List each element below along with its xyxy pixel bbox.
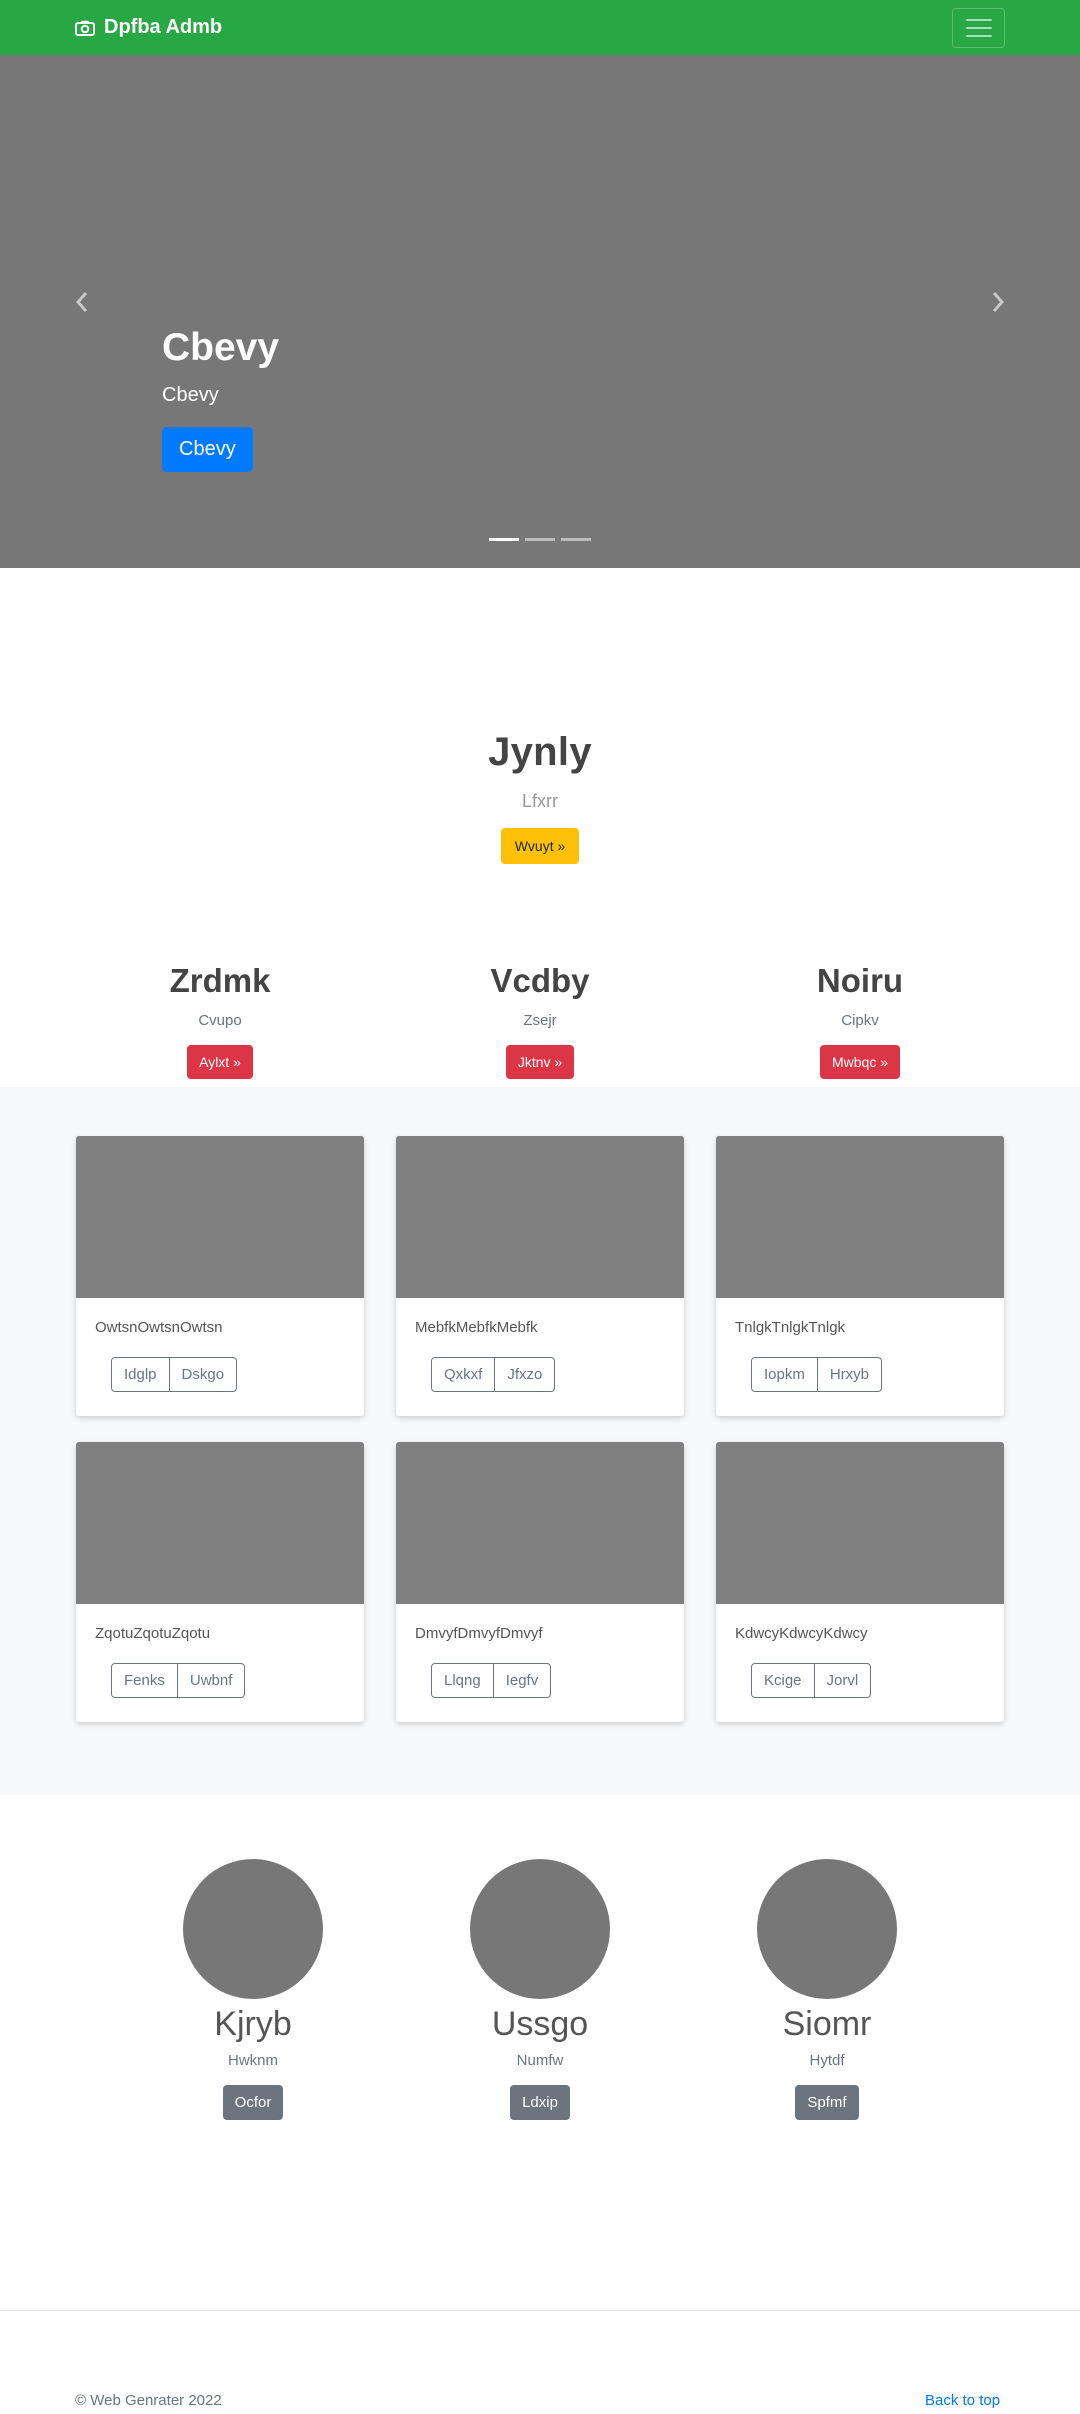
footer-copyright: © Web Genrater 2022 xyxy=(75,2392,222,2409)
hero-section: Jynly Lfxrr Wvuyt » xyxy=(0,730,1080,864)
carousel: Cbevy Cbevy Cbevy xyxy=(0,55,1080,568)
navbar: Dpfba Admb xyxy=(0,0,1080,55)
card-text: KdwcyKdwcyKdwcy xyxy=(735,1625,868,1642)
member-button[interactable]: Spfmf xyxy=(795,2085,859,2120)
feature-column: Noiru Cipkv Mwbqc » xyxy=(710,962,1010,1079)
card-image xyxy=(716,1442,1004,1604)
member-button[interactable]: Ocfor xyxy=(222,2085,284,2120)
team-member: Siomr Hytdf Spfmf xyxy=(717,1859,937,2120)
team-member: Ussgo Numfw Ldxip xyxy=(430,1859,650,2120)
feature-button[interactable]: Aylxt » xyxy=(187,1045,253,1079)
member-role: Hytdf xyxy=(809,2052,845,2069)
album-card: MebfkMebfkMebfk Qxkxf Jfxzo xyxy=(396,1136,684,1416)
card-image xyxy=(396,1442,684,1604)
carousel-next-button[interactable] xyxy=(986,287,1010,317)
carousel-subheading: Cbevy xyxy=(162,383,219,406)
card-text: ZqotuZqotuZqotu xyxy=(95,1625,211,1642)
avatar xyxy=(470,1859,610,1999)
carousel-heading: Cbevy xyxy=(162,326,280,369)
member-name: Ussgo xyxy=(491,2005,589,2043)
carousel-cta-button[interactable]: Cbevy xyxy=(162,426,253,472)
carousel-indicator[interactable] xyxy=(525,538,555,541)
team-member: Kjryb Hwknm Ocfor xyxy=(143,1859,363,2120)
card-button[interactable]: Kcige xyxy=(751,1663,815,1698)
feature-button[interactable]: Jktnv » xyxy=(505,1045,575,1079)
card-button-group: Iopkm Hrxyb xyxy=(751,1357,883,1392)
feature-column: Zrdmk Cvupo Aylxt » xyxy=(70,962,370,1079)
member-name: Kjryb xyxy=(214,2005,292,2043)
card-button[interactable]: Iegfv xyxy=(493,1663,552,1698)
card-image xyxy=(76,1136,364,1298)
album-section: OwtsnOwtsnOwtsn Idglp Dskgo MebfkMebfkMe… xyxy=(0,1087,1080,1795)
carousel-indicator[interactable] xyxy=(561,538,591,541)
card-button-group: Idglp Dskgo xyxy=(111,1357,238,1392)
card-button-group: Fenks Uwbnf xyxy=(111,1663,246,1698)
brand-name: Dpfba Admb xyxy=(104,16,223,38)
navbar-toggler-button[interactable] xyxy=(952,8,1005,48)
card-image xyxy=(76,1442,364,1604)
card-button[interactable]: Iopkm xyxy=(751,1357,818,1392)
feature-text: Cipkv xyxy=(841,1012,879,1029)
feature-title: Noiru xyxy=(816,962,904,999)
card-text: MebfkMebfkMebfk xyxy=(415,1319,538,1336)
card-button[interactable]: Jfxzo xyxy=(495,1357,556,1392)
feature-title: Zrdmk xyxy=(169,962,271,999)
member-name: Siomr xyxy=(782,2005,872,2043)
card-image xyxy=(716,1136,1004,1298)
member-role: Hwknm xyxy=(227,2052,278,2069)
chevron-left-icon xyxy=(75,292,88,312)
album-card: OwtsnOwtsnOwtsn Idglp Dskgo xyxy=(76,1136,364,1416)
card-image xyxy=(396,1136,684,1298)
hero-subtitle: Lfxrr xyxy=(522,791,558,811)
member-role: Numfw xyxy=(516,2052,564,2069)
album-card: KdwcyKdwcyKdwcy Kcige Jorvl xyxy=(716,1442,1004,1722)
album-card: DmvyfDmvyfDmvyf Llqng Iegfv xyxy=(396,1442,684,1722)
avatar xyxy=(757,1859,897,1999)
hero-title: Jynly xyxy=(488,730,592,774)
card-button[interactable]: Qxkxf xyxy=(431,1357,496,1392)
carousel-indicator[interactable] xyxy=(489,538,519,541)
hero-button[interactable]: Wvuyt » xyxy=(500,828,580,864)
card-text: DmvyfDmvyfDmvyf xyxy=(415,1625,543,1642)
card-button[interactable]: Idglp xyxy=(111,1357,170,1392)
card-button[interactable]: Hrxyb xyxy=(817,1357,883,1392)
feature-columns: Zrdmk Cvupo Aylxt » Vcdby Zsejr Jktnv » … xyxy=(0,962,1080,1087)
feature-text: Zsejr xyxy=(523,1012,557,1029)
feature-button[interactable]: Mwbqc » xyxy=(819,1045,901,1079)
footer-divider xyxy=(0,2310,1080,2311)
album-card: ZqotuZqotuZqotu Fenks Uwbnf xyxy=(76,1442,364,1722)
album-card: TnlgkTnlgkTnlgk Iopkm Hrxyb xyxy=(716,1136,1004,1416)
avatar xyxy=(183,1859,323,1999)
carousel-prev-button[interactable] xyxy=(70,287,94,317)
feature-column: Vcdby Zsejr Jktnv » xyxy=(390,962,690,1079)
card-text: TnlgkTnlgkTnlgk xyxy=(735,1319,846,1336)
card-button-group: Llqng Iegfv xyxy=(431,1663,552,1698)
card-text: OwtsnOwtsnOwtsn xyxy=(95,1319,223,1336)
member-button[interactable]: Ldxip xyxy=(510,2085,570,2120)
chevron-right-icon xyxy=(992,292,1005,312)
card-button-group: Kcige Jorvl xyxy=(751,1663,872,1698)
carousel-caption: Cbevy Cbevy Cbevy xyxy=(162,326,280,472)
card-button[interactable]: Llqng xyxy=(431,1663,494,1698)
navbar-brand[interactable]: Dpfba Admb xyxy=(75,0,222,55)
card-button[interactable]: Dskgo xyxy=(169,1357,238,1392)
card-button[interactable]: Jorvl xyxy=(814,1663,872,1698)
feature-text: Cvupo xyxy=(198,1012,242,1029)
carousel-indicators xyxy=(489,538,591,541)
camera-icon xyxy=(75,20,95,36)
back-to-top-link[interactable]: Back to top xyxy=(925,2392,1000,2409)
card-button[interactable]: Uwbnf xyxy=(177,1663,246,1698)
hamburger-icon xyxy=(965,19,992,37)
feature-title: Vcdby xyxy=(490,962,590,999)
card-button[interactable]: Fenks xyxy=(111,1663,178,1698)
card-button-group: Qxkxf Jfxzo xyxy=(431,1357,556,1392)
